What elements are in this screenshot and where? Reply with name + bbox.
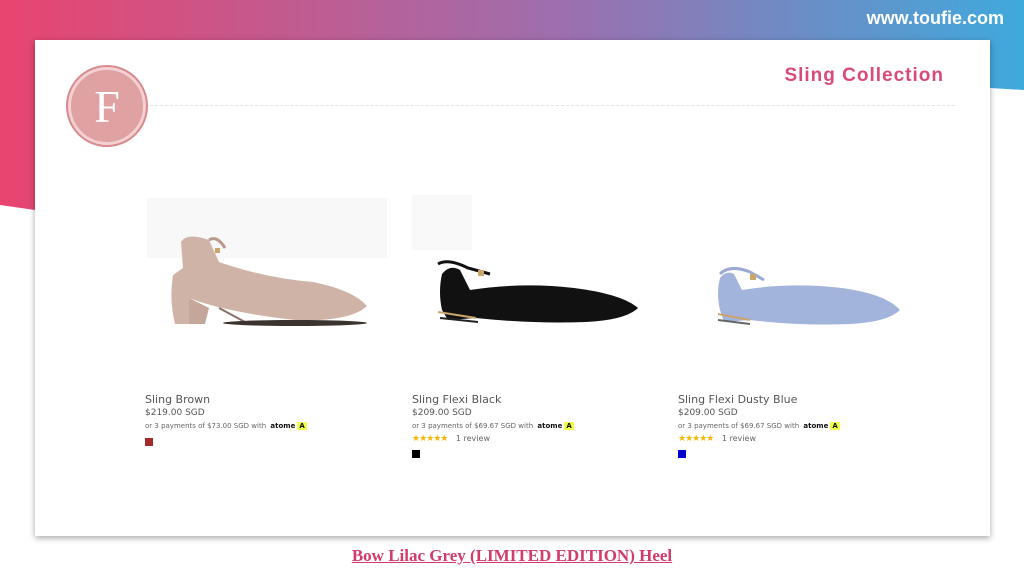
product-rating[interactable]: ★★★★★ 1 review bbox=[412, 434, 490, 444]
color-swatch-black[interactable] bbox=[412, 450, 420, 458]
installment-text: or 3 payments of $73.00 SGD with bbox=[145, 422, 267, 430]
product-price: $209.00 SGD bbox=[412, 408, 472, 418]
star-rating-icon: ★★★★★ bbox=[412, 434, 448, 444]
installment-text: or 3 payments of $69.67 SGD with bbox=[678, 422, 800, 430]
product-name[interactable]: Sling Flexi Black bbox=[412, 393, 501, 406]
atome-badge-icon: A bbox=[564, 422, 574, 430]
atome-badge-icon: A bbox=[830, 422, 840, 430]
review-count[interactable]: 1 review bbox=[722, 434, 756, 443]
installment-text: or 3 payments of $69.67 SGD with bbox=[412, 422, 534, 430]
slide-card: F Sling Collection Sling Brown $219.00 S… bbox=[35, 40, 990, 536]
product-name[interactable]: Sling Flexi Dusty Blue bbox=[678, 393, 797, 406]
installment-info: or 3 payments of $73.00 SGD with atome A bbox=[145, 422, 307, 430]
atome-badge-icon: A bbox=[297, 422, 307, 430]
review-count[interactable]: 1 review bbox=[456, 434, 490, 443]
title-divider bbox=[150, 105, 955, 106]
atome-logo-text: atome bbox=[270, 422, 296, 430]
atome-logo-text: atome bbox=[803, 422, 829, 430]
beige-slingback-block-heel-icon[interactable] bbox=[145, 190, 390, 340]
atome-logo-text: atome bbox=[537, 422, 563, 430]
site-url-link[interactable]: www.toufie.com bbox=[867, 8, 1004, 29]
product-rating[interactable]: ★★★★★ 1 review bbox=[678, 434, 756, 444]
product-price: $219.00 SGD bbox=[145, 408, 205, 418]
product-card-sling-flexi-black[interactable]: Sling Flexi Black $209.00 SGD or 3 payme… bbox=[412, 190, 662, 470]
blue-slingback-flat-icon[interactable] bbox=[678, 190, 923, 340]
installment-info: or 3 payments of $69.67 SGD with atome A bbox=[678, 422, 840, 430]
product-card-sling-brown[interactable]: Sling Brown $219.00 SGD or 3 payments of… bbox=[145, 190, 395, 470]
section-title: Sling Collection bbox=[784, 65, 944, 86]
product-price: $209.00 SGD bbox=[678, 408, 738, 418]
installment-info: or 3 payments of $69.67 SGD with atome A bbox=[412, 422, 574, 430]
color-swatch-brown[interactable] bbox=[145, 438, 153, 446]
product-name[interactable]: Sling Brown bbox=[145, 393, 210, 406]
color-swatch-blue[interactable] bbox=[678, 450, 686, 458]
black-slingback-flat-icon[interactable] bbox=[412, 190, 657, 340]
caption-link[interactable]: Bow Lilac Grey (LIMITED EDITION) Heel bbox=[0, 546, 1024, 566]
toufie-logo: F bbox=[68, 67, 146, 145]
star-rating-icon: ★★★★★ bbox=[678, 434, 714, 444]
product-card-sling-flexi-dusty-blue[interactable]: Sling Flexi Dusty Blue $209.00 SGD or 3 … bbox=[678, 190, 928, 470]
